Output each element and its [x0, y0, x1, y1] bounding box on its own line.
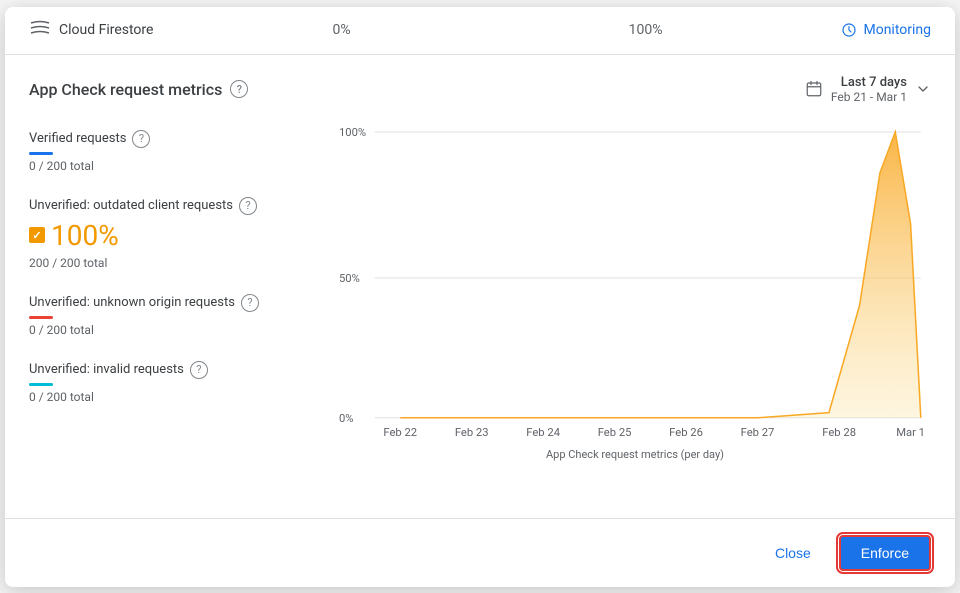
legend-item-verified-title: Verified requests ? — [29, 130, 329, 148]
chart-container: 100% 50% 0% — [339, 120, 931, 498]
metrics-title: App Check request metrics — [29, 80, 222, 99]
monitoring-link[interactable]: Monitoring — [841, 22, 931, 38]
outdated-count: 200 / 200 total — [29, 256, 329, 270]
legend-item-verified: Verified requests ? 0 / 200 total — [29, 120, 329, 183]
chart-svg: 100% 50% 0% — [339, 120, 931, 440]
percent-0: 0% — [332, 22, 350, 38]
outdated-checkbox[interactable] — [29, 227, 45, 243]
legend-item-invalid-title: Unverified: invalid requests ? — [29, 361, 329, 379]
svg-text:Feb 28: Feb 28 — [822, 426, 856, 439]
invalid-count: 0 / 200 total — [29, 390, 329, 404]
svg-text:100%: 100% — [339, 126, 366, 139]
verified-line — [29, 152, 53, 155]
legend-item-outdated-title: Unverified: outdated client requests ? — [29, 197, 329, 215]
outdated-label: Unverified: outdated client requests — [29, 198, 233, 213]
metrics-help-icon[interactable]: ? — [230, 80, 248, 98]
invalid-help-icon[interactable]: ? — [190, 361, 208, 379]
outdated-percent: 100% — [29, 219, 329, 252]
outdated-percent-value: 100% — [51, 219, 119, 252]
date-range-label: Last 7 days — [831, 75, 907, 90]
legend-item-outdated: Unverified: outdated client requests ? 1… — [29, 183, 329, 280]
percent-100: 100% — [629, 22, 663, 38]
enforce-button[interactable]: Enforce — [839, 535, 931, 571]
chart-area: Verified requests ? 0 / 200 total Unveri… — [29, 120, 931, 498]
chart-xlabel: App Check request metrics (per day) — [339, 448, 931, 461]
clock-icon — [841, 22, 857, 38]
unknown-line — [29, 316, 53, 319]
svg-text:Feb 25: Feb 25 — [598, 426, 632, 439]
unknown-count: 0 / 200 total — [29, 323, 329, 337]
main-content: App Check request metrics ? Last 7 days … — [5, 55, 955, 518]
chevron-down-icon — [915, 81, 931, 97]
svg-text:Feb 23: Feb 23 — [455, 426, 489, 439]
metrics-header: App Check request metrics ? Last 7 days … — [29, 75, 931, 104]
firestore-icon — [29, 19, 51, 42]
invalid-line — [29, 383, 53, 386]
verified-count: 0 / 200 total — [29, 159, 329, 173]
svg-text:50%: 50% — [339, 272, 360, 285]
verified-help-icon[interactable]: ? — [132, 130, 150, 148]
close-button[interactable]: Close — [759, 537, 827, 569]
svg-text:Mar 1: Mar 1 — [896, 426, 925, 439]
date-range-sub: Feb 21 - Mar 1 — [831, 90, 907, 104]
legend-item-unknown: Unverified: unknown origin requests ? 0 … — [29, 280, 329, 347]
svg-text:Feb 24: Feb 24 — [526, 426, 560, 439]
svg-text:Feb 26: Feb 26 — [669, 426, 703, 439]
svg-text:Feb 27: Feb 27 — [741, 426, 775, 439]
unknown-help-icon[interactable]: ? — [241, 294, 259, 312]
chart-area-fill — [400, 132, 921, 418]
svg-text:0%: 0% — [339, 411, 354, 424]
monitoring-label: Monitoring — [863, 22, 931, 38]
footer: Close Enforce — [5, 518, 955, 587]
top-bar: Cloud Firestore 0% 100% Monitoring — [5, 7, 955, 55]
legend: Verified requests ? 0 / 200 total Unveri… — [29, 120, 329, 498]
svg-text:Feb 22: Feb 22 — [383, 426, 417, 439]
calendar-icon — [805, 80, 823, 98]
service-label: Cloud Firestore — [29, 19, 153, 42]
unknown-label: Unverified: unknown origin requests — [29, 295, 235, 310]
invalid-label: Unverified: invalid requests — [29, 362, 184, 377]
legend-item-unknown-title: Unverified: unknown origin requests ? — [29, 294, 329, 312]
verified-label: Verified requests — [29, 131, 126, 146]
date-range-selector[interactable]: Last 7 days Feb 21 - Mar 1 — [805, 75, 931, 104]
date-range-text: Last 7 days Feb 21 - Mar 1 — [831, 75, 907, 104]
service-name: Cloud Firestore — [59, 22, 153, 38]
main-dialog: Cloud Firestore 0% 100% Monitoring App C… — [5, 7, 955, 587]
metrics-title-group: App Check request metrics ? — [29, 80, 248, 99]
top-percents: 0% 100% — [193, 22, 801, 38]
legend-item-invalid: Unverified: invalid requests ? 0 / 200 t… — [29, 347, 329, 414]
outdated-help-icon[interactable]: ? — [239, 197, 257, 215]
